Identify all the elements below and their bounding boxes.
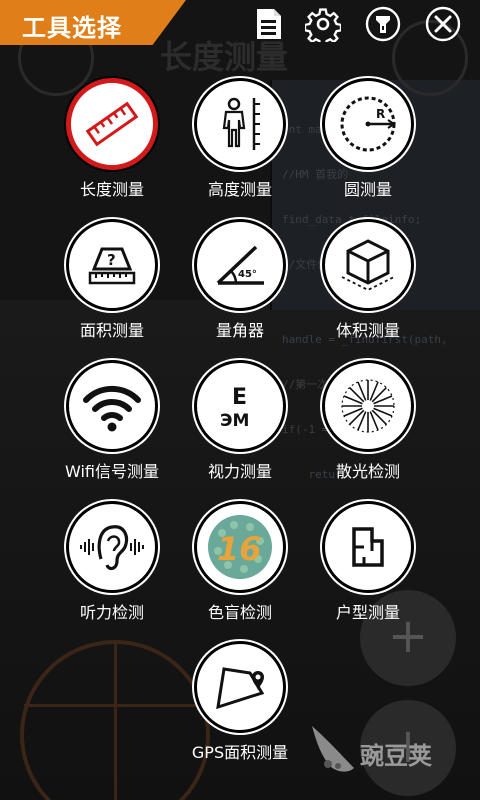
tool-area-circle: ? <box>66 219 158 311</box>
tool-label: 量角器 <box>215 321 264 340</box>
ruler-icon <box>82 94 142 154</box>
tool-label: 体积测量 <box>335 321 400 340</box>
tool-hearing-circle <box>66 501 158 593</box>
ear-icon <box>77 515 147 579</box>
tool-circle[interactable]: R 圆测量 <box>304 78 432 200</box>
tool-color-blind[interactable]: 16 色盲检测 <box>176 501 304 623</box>
tool-wifi-circle <box>66 360 158 452</box>
tool-volume[interactable]: 体积测量 <box>304 219 432 341</box>
page-title: 工具选择 <box>22 14 122 42</box>
tool-floor-plan[interactable]: 户型测量 <box>304 501 432 623</box>
tool-astigmatism-circle <box>322 360 414 452</box>
area-question-mark: ? <box>107 251 116 269</box>
tool-height[interactable]: 高度测量 <box>176 78 304 200</box>
tool-protractor-circle: 45° <box>194 219 286 311</box>
tool-label: 散光检测 <box>335 462 400 481</box>
watermark: 豌豆荚 <box>306 720 476 780</box>
tool-height-circle <box>194 78 286 170</box>
eye-chart-top: E <box>232 385 247 410</box>
tool-gps-area-circle <box>194 641 286 733</box>
protractor-icon: 45° <box>208 233 272 297</box>
tool-label: 圆测量 <box>343 180 392 199</box>
angle-label: 45° <box>238 269 257 280</box>
tool-label: 色盲检测 <box>207 603 272 622</box>
gear-icon[interactable] <box>305 6 341 42</box>
tool-gps-area[interactable]: GPS面积测量 <box>176 641 304 763</box>
cube-icon <box>336 233 400 297</box>
tool-label: 听力检测 <box>79 603 144 622</box>
tool-label: Wifi信号测量 <box>65 462 159 481</box>
watermark-text: 豌豆荚 <box>360 742 432 770</box>
tool-label: 面积测量 <box>79 321 144 340</box>
eye-chart-bottom: ЭM <box>220 411 249 431</box>
floor-plan-icon <box>338 517 398 577</box>
wifi-icon <box>80 374 144 438</box>
tool-length-circle <box>66 78 158 170</box>
tool-volume-circle <box>322 219 414 311</box>
tool-color-blind-circle: 16 <box>194 501 286 593</box>
person-height-icon <box>210 94 270 154</box>
tool-astigmatism[interactable]: 散光检测 <box>304 360 432 482</box>
tool-length[interactable]: 长度测量 <box>48 78 176 200</box>
tool-vision-circle: E ЭM <box>194 360 286 452</box>
circle-radius-icon: R <box>336 92 400 156</box>
tool-label: 视力测量 <box>207 462 272 481</box>
tool-area[interactable]: ? 面积测量 <box>48 219 176 341</box>
close-icon[interactable] <box>425 6 461 42</box>
tool-wifi[interactable]: Wifi信号测量 <box>48 360 176 482</box>
tool-floor-plan-circle <box>322 501 414 593</box>
color-blind-number: 16 <box>217 530 262 568</box>
tool-label: 户型测量 <box>335 603 400 622</box>
flashlight-icon[interactable] <box>365 6 401 42</box>
tool-hearing[interactable]: 听力检测 <box>48 501 176 623</box>
area-icon: ? <box>80 233 144 297</box>
tool-protractor[interactable]: 45° 量角器 <box>176 219 304 341</box>
radius-label: R <box>376 107 385 121</box>
astigmatism-icon <box>336 374 400 438</box>
color-blind-icon: 16 <box>204 511 276 583</box>
tool-label: 长度测量 <box>79 180 144 199</box>
tool-label: GPS面积测量 <box>191 743 289 762</box>
tool-label: 高度测量 <box>207 180 272 199</box>
eye-chart-icon: E ЭM <box>208 374 272 438</box>
gps-area-icon <box>208 655 272 719</box>
document-icon[interactable] <box>250 6 286 42</box>
tool-vision[interactable]: E ЭM 视力测量 <box>176 360 304 482</box>
tool-circle-circle: R <box>322 78 414 170</box>
